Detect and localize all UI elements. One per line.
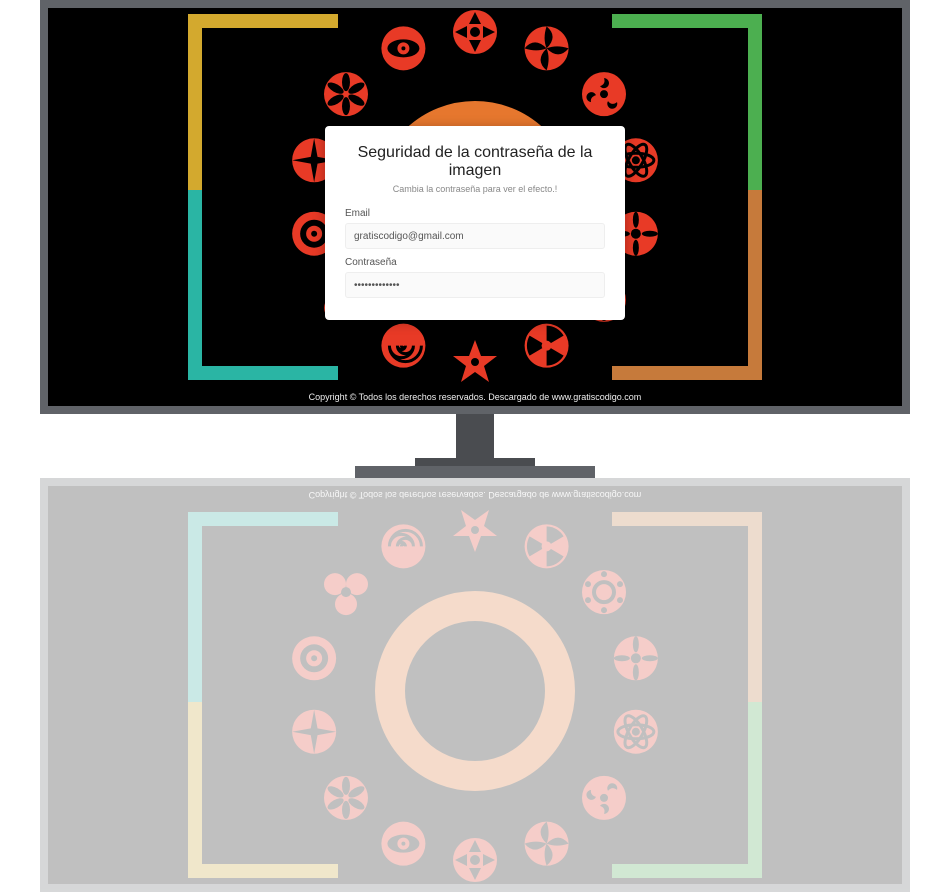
login-card: Seguridad de la contraseña de la imagen … <box>325 126 625 320</box>
sharingan-icon <box>379 820 427 868</box>
sharingan-icon <box>580 774 628 822</box>
sharingan-icon <box>451 836 499 884</box>
sharingan-icon <box>379 522 427 570</box>
sharingan-icon <box>379 322 427 370</box>
monitor-stand-base <box>355 466 595 478</box>
sharingan-icon <box>322 70 370 118</box>
sharingan-icon <box>451 338 499 386</box>
footer-text: Copyright © Todos los derechos reservado… <box>48 392 902 402</box>
card-subtitle: Cambia la contraseña para ver el efecto.… <box>345 184 605 194</box>
sharingan-icon <box>523 24 571 72</box>
monitor-reflection: Copyright © Todos los derechos reservado… <box>40 478 910 892</box>
sharingan-icon <box>322 568 370 616</box>
sharingan-icon <box>451 8 499 56</box>
sharingan-icon <box>322 774 370 822</box>
sharingan-icon <box>451 506 499 554</box>
password-label: Contraseña <box>345 257 605 268</box>
password-input[interactable] <box>345 272 605 298</box>
sharingan-icon <box>523 322 571 370</box>
sharingan-icon <box>290 708 338 756</box>
sharingan-icon <box>523 522 571 570</box>
sharingan-icon <box>612 634 660 682</box>
sharingan-icon <box>580 70 628 118</box>
card-title: Seguridad de la contraseña de la imagen <box>345 144 605 180</box>
email-label: Email <box>345 208 605 219</box>
sharingan-icon <box>379 24 427 72</box>
monitor-screen: Seguridad de la contraseña de la imagen … <box>48 8 902 406</box>
page-background: Seguridad de la contraseña de la imagen … <box>48 8 902 406</box>
monitor-bezel: Seguridad de la contraseña de la imagen … <box>40 0 910 414</box>
sharingan-icon <box>580 568 628 616</box>
sharingan-icon <box>290 634 338 682</box>
email-input[interactable] <box>345 223 605 249</box>
sharingan-icon <box>523 820 571 868</box>
sharingan-icon <box>612 708 660 756</box>
